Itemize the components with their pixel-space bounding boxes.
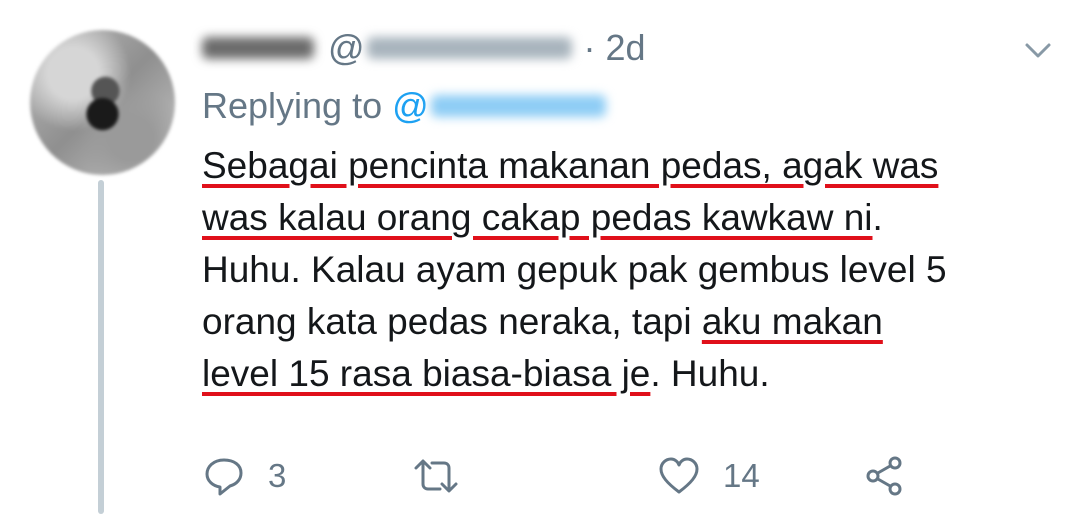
- body-line-4: orang kata pedas neraka, tapi aku makan: [202, 296, 1042, 348]
- body-line-5: level 15 rasa biasa-biasa je. Huhu.: [202, 348, 1042, 400]
- replying-to-label: Replying to: [202, 85, 383, 126]
- body-text: orang kata pedas neraka, tapi: [202, 301, 702, 342]
- tweet-body: Sebagai pencinta makanan pedas, agak was…: [202, 140, 1042, 400]
- thread-line: [98, 180, 104, 514]
- avatar[interactable]: [30, 30, 175, 175]
- retweet-button[interactable]: [412, 454, 657, 498]
- timestamp[interactable]: · 2d: [584, 27, 646, 69]
- replying-to-handle[interactable]: @: [392, 85, 606, 127]
- handle-at: @: [328, 27, 365, 68]
- display-name-redacted[interactable]: [202, 37, 314, 59]
- underlined-text: aku makan: [701, 301, 883, 342]
- reply-handle-redacted: [430, 95, 606, 117]
- reply-button[interactable]: 3: [202, 454, 412, 498]
- share-icon: [866, 456, 902, 496]
- like-count: 14: [723, 457, 760, 494]
- retweet-icon: [414, 459, 458, 493]
- body-line-3: Huhu. Kalau ayam gepuk pak gembus level …: [202, 249, 947, 290]
- body-line-1: Sebagai pencinta makanan pedas, agak was: [202, 140, 1042, 192]
- chevron-down-icon[interactable]: [1024, 36, 1052, 64]
- handle-redacted[interactable]: [366, 37, 572, 59]
- reply-icon: [205, 458, 243, 496]
- underlined-text: Sebagai pencinta makanan pedas, agak was: [202, 145, 939, 186]
- like-button[interactable]: 14: [657, 454, 862, 498]
- body-text: . Huhu.: [650, 353, 770, 394]
- underlined-text: was kalau orang cakap pedas kawkaw ni: [202, 197, 873, 238]
- body-text: .: [872, 197, 883, 238]
- tweet-header: @ · 2d: [202, 22, 646, 74]
- tweet: @ · 2d Replying to @ Sebagai pencinta ma…: [0, 0, 1080, 514]
- share-button[interactable]: [862, 454, 906, 498]
- action-bar: 3 14: [202, 448, 922, 504]
- like-icon: [659, 457, 699, 494]
- replying-to: Replying to @: [202, 82, 606, 130]
- reply-handle-at: @: [392, 85, 429, 126]
- underlined-text: level 15 rasa biasa-biasa je: [202, 353, 651, 394]
- body-line-2: was kalau orang cakap pedas kawkaw ni.: [202, 192, 1042, 244]
- reply-count: 3: [268, 457, 287, 494]
